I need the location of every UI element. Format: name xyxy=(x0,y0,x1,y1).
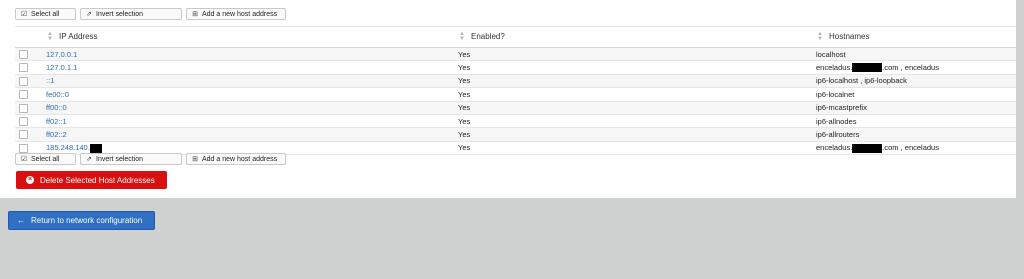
ip-address-link[interactable]: ::1 xyxy=(46,76,54,85)
row-checkbox[interactable] xyxy=(19,103,28,113)
table-row: 127.0.1.1 Yes enceladus. .com , enceladus xyxy=(15,60,1016,75)
ip-address-link[interactable]: ff02::2 xyxy=(46,130,67,139)
delete-selected-button[interactable]: × Delete Selected Host Addresses xyxy=(16,171,167,189)
hostnames-value: enceladus. .com , enceladus xyxy=(816,141,1016,156)
sort-icon: ▲ ▼ xyxy=(459,31,465,42)
sort-icon: ▲ ▼ xyxy=(817,31,823,42)
ip-address-link[interactable]: 127.0.1.1 xyxy=(46,63,77,72)
return-label: Return to network configuration xyxy=(31,216,143,225)
bottom-toolbar: ☑ Select all ⇗ Invert selection ⊞ Add a … xyxy=(15,153,286,166)
hostnames-column-header[interactable]: ▲ ▼ Hostnames xyxy=(816,26,1016,48)
hostnames-value: ip6-localhost , ip6-loopback xyxy=(816,74,1016,89)
add-host-label: Add a new host address xyxy=(202,10,278,18)
row-checkbox[interactable] xyxy=(19,90,28,100)
table-row: fe00::0 Yes ip6-localnet xyxy=(15,87,1016,102)
table-row: ff00::0 Yes ip6-mcastprefix xyxy=(15,101,1016,115)
hostnames-value: ip6-allnodes xyxy=(816,114,1016,129)
ip-address-link[interactable]: fe00::0 xyxy=(46,90,69,99)
plus-square-icon: ⊞ xyxy=(192,156,198,163)
ip-address-link[interactable]: ff00::0 xyxy=(46,103,67,112)
external-link-icon: ⇗ xyxy=(86,156,92,163)
ip-address-link[interactable]: 127.0.0.1 xyxy=(46,50,77,59)
row-checkbox[interactable] xyxy=(19,130,28,140)
arrow-left-icon: ← xyxy=(17,216,25,225)
return-to-network-button[interactable]: ← Return to network configuration xyxy=(8,211,155,230)
row-checkbox[interactable] xyxy=(19,63,28,73)
select-all-button[interactable]: ☑ Select all xyxy=(15,8,76,20)
table-row: ::1 Yes ip6-localhost , ip6-loopback xyxy=(15,74,1016,89)
table-row: ff02::2 Yes ip6-allrouters xyxy=(15,127,1016,142)
row-checkbox[interactable] xyxy=(19,116,28,126)
hosts-table: ▲ ▼ IP Address ▲ ▼ Enabled? ▲ ▼ Hostnames 127.… xyxy=(15,26,1016,156)
select-all-button[interactable]: ☑ Select all xyxy=(15,153,76,165)
hostnames-value: ip6-allrouters xyxy=(816,127,1016,142)
invert-selection-label: Invert selection xyxy=(96,10,144,18)
ip-address-link[interactable]: 185.248.140. xyxy=(46,143,102,153)
redaction-box xyxy=(89,143,102,153)
enabled-value: Yes xyxy=(458,74,816,89)
invert-selection-label: Invert selection xyxy=(96,155,144,163)
enabled-value: Yes xyxy=(458,87,816,102)
redaction-box xyxy=(852,143,883,153)
invert-selection-button[interactable]: ⇗ Invert selection xyxy=(80,8,182,20)
enabled-value: Yes xyxy=(458,47,816,62)
delete-selected-label: Delete Selected Host Addresses xyxy=(40,175,155,185)
ip-address-column-header[interactable]: ▲ ▼ IP Address xyxy=(46,26,458,48)
invert-selection-button[interactable]: ⇗ Invert selection xyxy=(80,153,182,165)
row-checkbox[interactable] xyxy=(19,143,28,153)
plus-square-icon: ⊞ xyxy=(192,11,198,18)
add-host-label: Add a new host address xyxy=(202,155,278,163)
enabled-value: Yes xyxy=(458,114,816,129)
hostnames-value: enceladus. .com , enceladus xyxy=(816,60,1016,75)
add-host-button[interactable]: ⊞ Add a new host address xyxy=(186,153,286,165)
redaction-box xyxy=(852,63,883,73)
check-square-icon: ☑ xyxy=(20,156,28,163)
row-checkbox[interactable] xyxy=(19,49,28,59)
table-header-row: ▲ ▼ IP Address ▲ ▼ Enabled? ▲ ▼ Hostnames xyxy=(15,26,1016,48)
select-all-label: Select all xyxy=(31,155,60,163)
select-all-label: Select all xyxy=(31,10,60,18)
host-addresses-panel: ☑ Select all ⇗ Invert selection ⊞ Add a … xyxy=(0,0,1016,198)
select-column-header xyxy=(15,26,46,48)
check-square-icon: ☑ xyxy=(20,11,28,18)
external-link-icon: ⇗ xyxy=(86,11,92,18)
hostnames-value: localhost xyxy=(816,47,1016,62)
enabled-value: Yes xyxy=(458,127,816,142)
enabled-column-header[interactable]: ▲ ▼ Enabled? xyxy=(458,26,816,48)
hostnames-value: ip6-mcastprefix xyxy=(816,101,1016,115)
times-circle-icon: × xyxy=(26,176,34,184)
add-host-button[interactable]: ⊞ Add a new host address xyxy=(186,8,286,20)
table-row: 127.0.0.1 Yes localhost xyxy=(15,47,1016,62)
top-toolbar: ☑ Select all ⇗ Invert selection ⊞ Add a … xyxy=(15,8,286,21)
row-checkbox[interactable] xyxy=(19,76,28,86)
hostnames-value: ip6-localnet xyxy=(816,87,1016,102)
ip-address-link[interactable]: ff02::1 xyxy=(46,117,67,126)
enabled-value: Yes xyxy=(458,60,816,75)
sort-icon: ▲ ▼ xyxy=(47,31,53,42)
enabled-value: Yes xyxy=(458,141,816,156)
table-row: ff02::1 Yes ip6-allnodes xyxy=(15,114,1016,129)
enabled-value: Yes xyxy=(458,101,816,115)
